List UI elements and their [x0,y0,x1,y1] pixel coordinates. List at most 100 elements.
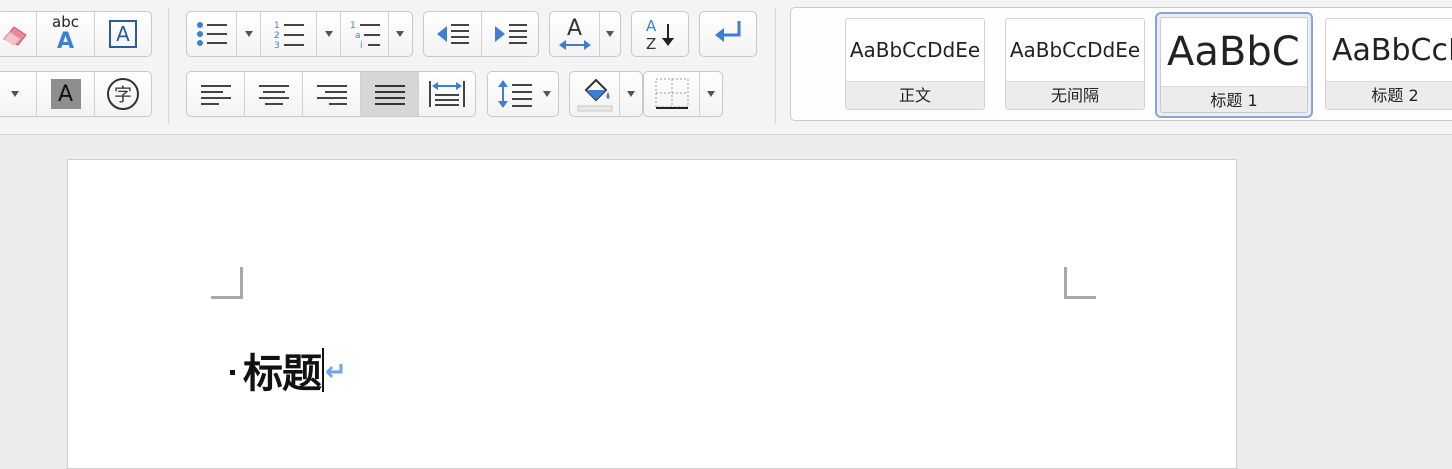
increase-indent-button[interactable] [482,12,538,56]
align-right-button[interactable] [303,72,361,116]
distributed-button[interactable] [419,72,475,116]
style-heading-1[interactable]: AaBbC 标题 1 [1155,12,1313,118]
char-scaling-group: A [549,11,621,57]
chevron-down-icon [10,91,19,97]
align-right-icon [316,85,347,105]
style-no-spacing[interactable]: AaBbCcDdEe 无间隔 [1005,18,1145,110]
svg-text:a: a [355,31,361,41]
indent-group [423,11,539,57]
style-preview: AaBbC [1161,18,1307,86]
svg-text:3: 3 [274,41,280,49]
justify-button[interactable] [361,72,419,116]
style-heading-2[interactable]: AaBbCcD 标题 2 [1325,18,1452,110]
styles-gallery: AaBbCcDdEe 正文 AaBbCcDdEe 无间隔 AaBbC 标题 1 … [790,7,1452,121]
chevron-down-icon [707,91,715,97]
svg-text:i: i [360,41,363,49]
style-label: 标题 2 [1326,81,1452,109]
svg-text:2: 2 [274,31,280,41]
numbering-button[interactable]: 1 2 3 [261,12,317,56]
style-label: 无间隔 [1006,81,1144,109]
chevron-down-icon [244,31,253,37]
group-separator [775,8,776,124]
line-spacing-button[interactable] [488,72,558,116]
multilevel-list-dropdown[interactable] [389,12,411,56]
borders-group [643,71,723,117]
sort-button[interactable]: A Z [632,12,688,56]
character-scaling-button[interactable]: A [550,12,600,56]
align-left-icon [200,85,231,105]
heading-paragraph[interactable]: 标题 ↵ [230,340,347,400]
character-border-button[interactable]: A [95,12,151,56]
style-preview: AaBbCcD [1326,19,1452,81]
style-preview: AaBbCcDdEe [1006,19,1144,81]
distributed-align-icon [429,81,465,107]
style-preview: AaBbCcDdEe [846,19,984,81]
borders-dropdown[interactable] [700,72,722,116]
align-center-button[interactable] [245,72,303,116]
crop-mark-top-left [211,267,243,299]
chevron-down-icon [324,31,333,37]
character-scaling-icon: A [558,16,591,50]
align-center-icon [258,85,289,105]
character-shading-button[interactable]: A [37,72,95,116]
shading-button[interactable] [570,72,620,116]
svg-text:Z: Z [646,35,656,52]
bullets-button[interactable] [187,12,237,56]
group-separator [168,8,169,124]
bullet-list-icon [196,22,227,46]
heading-bullet-marker [230,369,235,375]
alignment-group [186,71,476,117]
character-scaling-dropdown[interactable] [600,12,620,56]
show-paragraph-marks-button[interactable] [700,12,756,56]
sort-icon: A Z [646,17,674,52]
decrease-indent-icon [436,24,469,44]
enclose-characters-button[interactable]: 字 [95,72,151,116]
chevron-down-icon [396,31,404,37]
justify-icon [374,85,405,105]
bullets-dropdown[interactable] [237,12,261,56]
numbered-list-icon: 1 2 3 [274,21,304,49]
style-label: 正文 [846,81,984,109]
eraser-icon [2,26,27,46]
paragraph-mark-icon: ↵ [325,357,347,387]
chevron-down-icon [542,91,551,97]
document-page[interactable]: 标题 ↵ [67,159,1237,469]
phonetic-guide-button[interactable]: abc A [37,12,95,56]
increase-indent-icon [495,24,527,44]
clear-formatting-button[interactable] [0,12,37,56]
borders-icon [655,78,688,109]
svg-text:1: 1 [274,21,280,31]
shading-dropdown[interactable] [620,72,642,116]
borders-button[interactable] [644,72,700,116]
numbering-dropdown[interactable] [317,12,341,56]
svg-text:A: A [646,17,657,35]
style-normal[interactable]: AaBbCcDdEe 正文 [845,18,985,110]
font-group-row2: A 字 [0,71,152,117]
crop-mark-top-right [1064,267,1096,299]
shading-group [569,71,643,117]
phonetic-A-text: A [56,29,75,54]
paint-bucket-icon [577,78,612,112]
font-color-dropdown[interactable] [0,72,37,116]
document-canvas[interactable]: 标题 ↵ [0,135,1452,469]
line-spacing-icon [498,80,533,108]
ribbon: abc A A A 字 1 2 3 1 a i A A Z AaBbCcDdEe… [0,0,1452,135]
show-marks-group [699,11,757,57]
multilevel-list-icon: 1 a i [350,21,380,49]
lists-group: 1 2 3 1 a i [186,11,413,57]
decrease-indent-button[interactable] [424,12,482,56]
enclose-char-icon: 字 [107,78,139,110]
align-left-button[interactable] [187,72,245,116]
text-cursor [322,348,324,392]
char-border-icon: A [109,20,137,48]
paragraph-return-icon [715,21,741,42]
multilevel-list-button[interactable]: 1 a i [341,12,389,56]
line-spacing-group [487,71,559,117]
style-label: 标题 1 [1161,86,1307,112]
svg-text:A: A [567,16,582,41]
char-shading-icon: A [50,79,81,109]
chevron-down-icon [606,31,614,37]
chevron-down-icon [627,91,635,97]
font-group-row1: abc A A [0,11,152,57]
heading-text[interactable]: 标题 [243,341,322,399]
